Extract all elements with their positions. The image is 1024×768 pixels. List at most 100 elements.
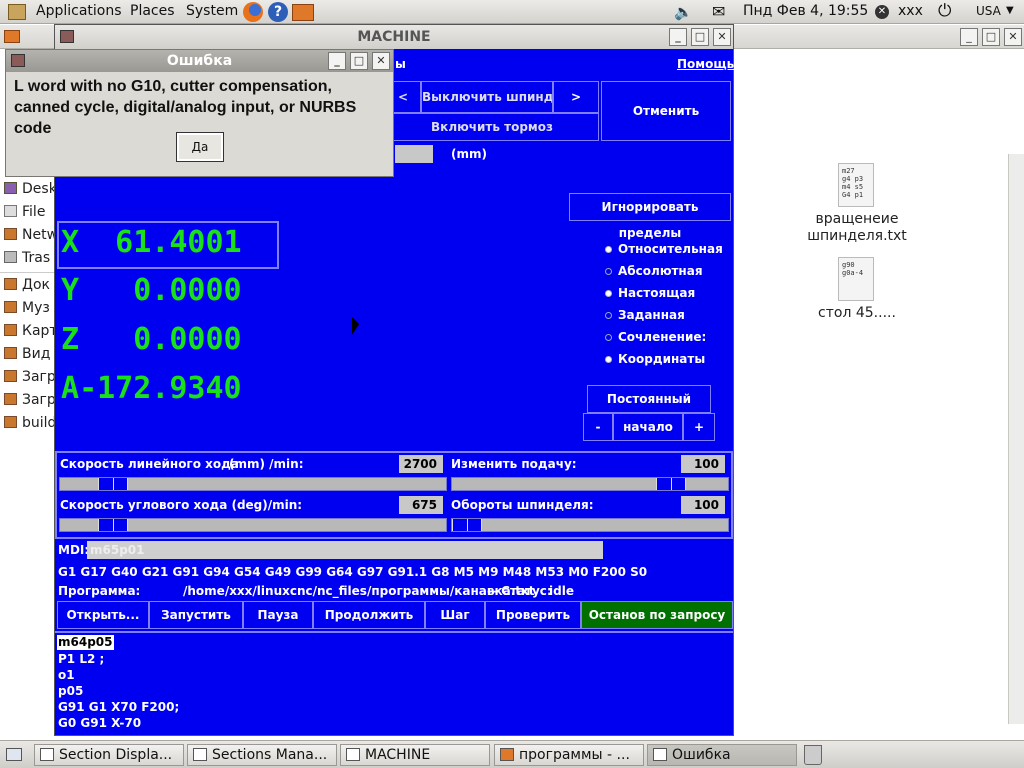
program-line[interactable]: P1 L2 ; — [58, 651, 104, 667]
step-button[interactable]: Шаг — [425, 601, 485, 629]
radio-joint[interactable] — [605, 334, 612, 341]
folder-icon[interactable] — [292, 4, 314, 21]
task-section-display[interactable]: Section Displa... — [34, 744, 184, 766]
maximize-icon[interactable]: □ — [982, 28, 1000, 46]
slider-thumb[interactable] — [656, 478, 686, 490]
resume-button[interactable]: Продолжить — [313, 601, 425, 629]
sidebar-item-trash[interactable]: Tras — [0, 247, 56, 270]
home-button[interactable]: начало — [613, 413, 683, 441]
close-icon[interactable]: ✕ — [1004, 28, 1022, 46]
program-label: Программа: — [58, 584, 141, 598]
radio-relative[interactable] — [605, 246, 612, 253]
program-line[interactable]: o1 — [58, 667, 75, 683]
chevron-down-icon[interactable]: ▼ — [1006, 5, 1014, 16]
sidebar-item-pictures[interactable]: Карт — [0, 320, 56, 343]
program-listing[interactable]: m64p05 P1 L2 ; o1 p05 G91 G1 X70 F200; G… — [55, 631, 733, 735]
show-desktop-icon[interactable] — [6, 748, 22, 761]
radio-absolute[interactable] — [605, 268, 612, 275]
task-machine[interactable]: MACHINE — [340, 744, 490, 766]
run-button[interactable]: Запустить — [149, 601, 243, 629]
firefox-icon[interactable] — [243, 2, 263, 22]
sidebar-item-build[interactable]: build — [0, 412, 56, 435]
jog-plus-button[interactable]: + — [683, 413, 715, 441]
cancel-button[interactable]: Отменить — [601, 81, 731, 141]
window-icon — [653, 748, 667, 761]
file-icon[interactable]: g90 g0a-4 — [838, 257, 874, 301]
program-line-current[interactable]: m64p05 — [57, 635, 114, 650]
sidebar-item-music[interactable]: Муз — [0, 297, 56, 320]
file-name[interactable]: шпинделя.txt — [790, 228, 924, 244]
menu-applications[interactable]: Applications — [36, 3, 122, 19]
radio-world[interactable] — [605, 356, 612, 363]
program-line[interactable]: p05 — [58, 683, 83, 699]
program-line[interactable]: G91 G1 X70 F200; — [58, 699, 179, 715]
clock[interactable]: Пнд Фев 4, 19:55 — [743, 3, 868, 19]
sidebar-item-desktop[interactable]: Desk — [0, 178, 56, 201]
mdi-input[interactable]: m65p01 — [87, 541, 603, 559]
sidebar-item-downloads-2[interactable]: Загр — [0, 389, 56, 412]
minimize-icon[interactable]: _ — [669, 28, 687, 46]
window-title: MACHINE — [357, 29, 431, 45]
brake-on-button[interactable]: Включить тормоз — [385, 113, 599, 141]
pause-button[interactable]: Пауза — [243, 601, 313, 629]
program-line[interactable]: G0 G91 X-70 — [58, 715, 141, 731]
menu-system[interactable]: System — [186, 3, 238, 19]
drive-icon — [4, 205, 17, 217]
file-icon[interactable]: m27 g4 p3 m4 s5 G4 p1 — [838, 163, 874, 207]
ok-button[interactable]: Да — [176, 132, 224, 162]
verify-button[interactable]: Проверить — [485, 601, 581, 629]
close-icon[interactable]: ✕ — [372, 52, 390, 70]
slider-thumb[interactable] — [452, 519, 482, 531]
optional-stop-button[interactable]: Останов по запросу — [581, 601, 733, 629]
position-x: X 61.4001 — [61, 225, 242, 260]
sidebar-item-filesystem[interactable]: File — [0, 201, 56, 224]
constant-jog-button[interactable]: Постоянный — [587, 385, 711, 413]
input-field-partial[interactable] — [395, 145, 433, 163]
sidebar-item-network[interactable]: Netw — [0, 224, 56, 247]
keyboard-layout[interactable]: USA — [976, 4, 1001, 18]
menu-places[interactable]: Places — [130, 3, 175, 19]
sidebar-item-documents[interactable]: Док — [0, 274, 56, 297]
maximize-icon[interactable]: □ — [691, 28, 709, 46]
feed-override-slider[interactable] — [451, 477, 729, 491]
minimize-icon[interactable]: _ — [960, 28, 978, 46]
sidebar-item-downloads[interactable]: Загр — [0, 366, 56, 389]
active-gcodes: G1 G17 G40 G21 G91 G94 G54 G49 G99 G64 G… — [58, 565, 648, 579]
menu-help[interactable]: Помощь — [677, 57, 734, 71]
volume-icon[interactable]: 🔈 — [674, 3, 693, 21]
window-menu-icon[interactable] — [60, 30, 74, 43]
spindle-off-button[interactable]: Выключить шпиндель — [421, 81, 553, 113]
window-icon — [40, 748, 54, 761]
close-icon[interactable]: ✕ — [713, 28, 731, 46]
radio-actual[interactable] — [605, 290, 612, 297]
file-name[interactable]: стол 45..... — [790, 305, 924, 321]
sidebar-item-videos[interactable]: Вид — [0, 343, 56, 366]
radio-world-label: Координаты — [618, 352, 706, 366]
open-button[interactable]: Открыть... — [57, 601, 149, 629]
radio-commanded[interactable] — [605, 312, 612, 319]
window-icon — [193, 748, 207, 761]
linear-speed-slider[interactable] — [59, 477, 447, 491]
slider-thumb[interactable] — [98, 478, 128, 490]
power-icon[interactable]: ⏻ — [938, 1, 951, 21]
jog-minus-button[interactable]: - — [583, 413, 613, 441]
slider-thumb[interactable] — [98, 519, 128, 531]
spindle-right-button[interactable]: > — [553, 81, 599, 113]
spindle-speed-slider[interactable] — [451, 518, 729, 532]
gnome-menu-icon[interactable] — [8, 4, 26, 20]
ignore-limits-button[interactable]: Игнорировать пределы — [569, 193, 731, 240]
scrollbar[interactable] — [1008, 154, 1024, 724]
task-sections-manager[interactable]: Sections Mana... — [187, 744, 337, 766]
task-programs-folder[interactable]: программы - ... — [494, 744, 644, 766]
window-menu-icon[interactable] — [11, 54, 25, 67]
minimize-icon[interactable]: _ — [328, 52, 346, 70]
maximize-icon[interactable]: □ — [350, 52, 368, 70]
task-error[interactable]: Ошибка — [647, 744, 797, 766]
mail-icon[interactable]: ✉ — [712, 2, 725, 21]
help-icon[interactable]: ? — [268, 2, 288, 22]
angular-speed-slider[interactable] — [59, 518, 447, 532]
menu-item-partial[interactable]: ы — [395, 57, 406, 71]
trash-icon[interactable] — [804, 745, 822, 765]
user-name[interactable]: xxx — [898, 3, 923, 19]
file-name[interactable]: вращенеие — [790, 211, 924, 227]
